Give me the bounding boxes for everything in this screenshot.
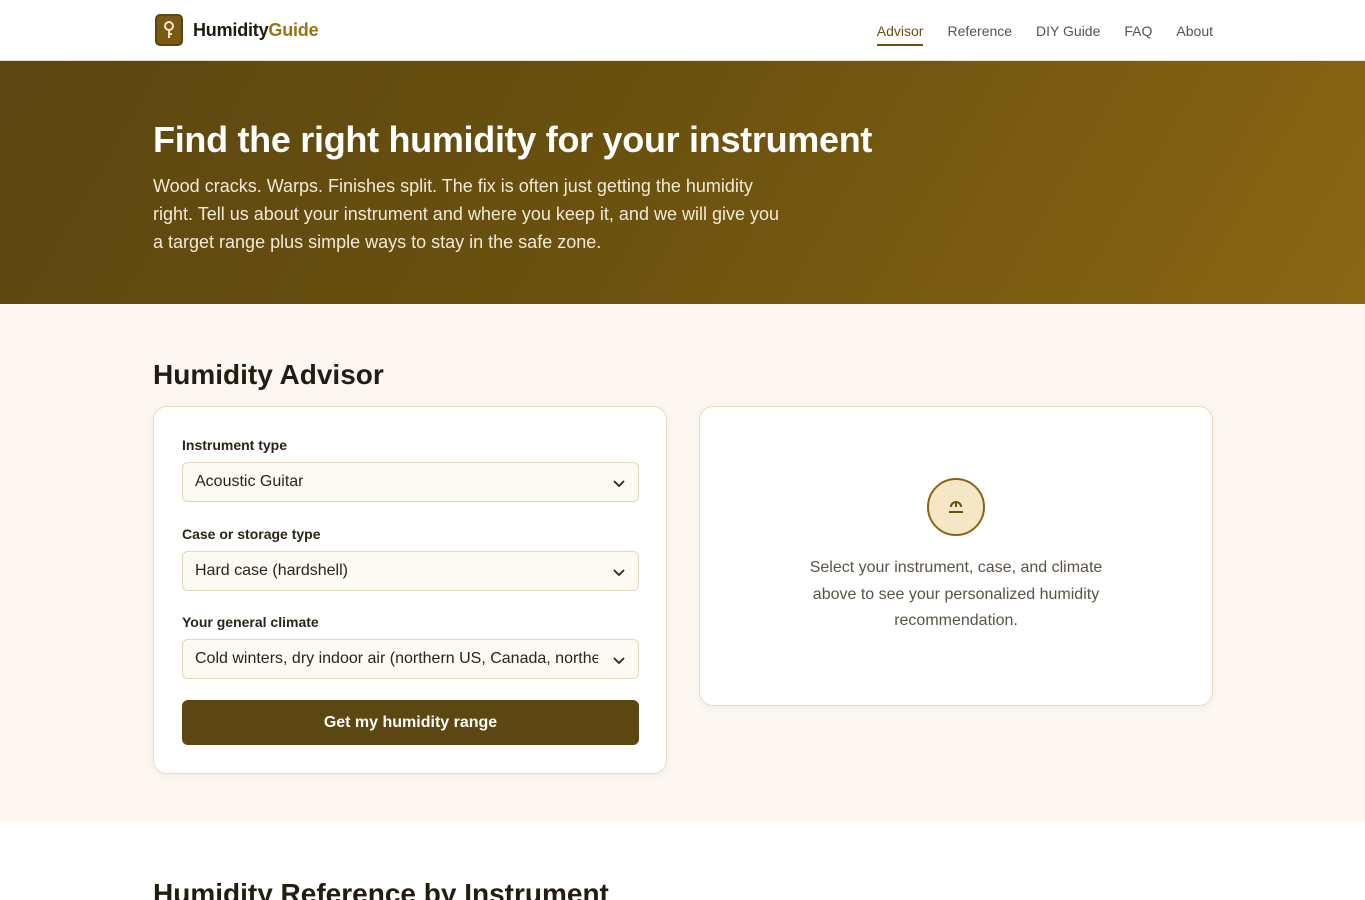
case-type-select[interactable]: Hard case (hardshell) (182, 551, 639, 591)
hero-title: Find the right humidity for your instrum… (153, 119, 873, 160)
nav-link-advisor[interactable]: Advisor (876, 17, 923, 46)
nav-link-diy-guide[interactable]: DIY Guide (1036, 17, 1100, 45)
chevron-down-icon (613, 480, 625, 488)
get-humidity-range-button[interactable]: Get my humidity range (182, 700, 639, 745)
advisor-form-card: Instrument type Acoustic Guitar Case or … (153, 406, 667, 774)
nav-link-about[interactable]: About (1176, 17, 1213, 45)
reference-section: Humidity Reference by Instrument (0, 822, 1365, 900)
case-type-field: Case or storage type Hard case (hardshel… (182, 526, 639, 591)
reference-heading: Humidity Reference by Instrument (153, 878, 609, 900)
brand-name: HumidityGuide (193, 19, 319, 40)
nav-link-faq[interactable]: FAQ (1124, 17, 1152, 45)
brand-logo[interactable]: HumidityGuide (155, 14, 319, 46)
climate-value: Cold winters, dry indoor air (northern U… (195, 650, 598, 667)
case-type-value: Hard case (hardshell) (195, 562, 348, 579)
instrument-type-select[interactable]: Acoustic Guitar (182, 462, 639, 502)
nav-link-reference[interactable]: Reference (947, 17, 1012, 45)
climate-label: Your general climate (182, 614, 319, 630)
brand-name-accent: Guide (268, 19, 319, 40)
hero-banner: Find the right humidity for your instrum… (0, 61, 1365, 304)
gauge-icon (927, 478, 985, 536)
chevron-down-icon (613, 657, 625, 665)
advisor-section: Humidity Advisor Instrument type Acousti… (0, 304, 1365, 822)
climate-select[interactable]: Cold winters, dry indoor air (northern U… (182, 639, 639, 679)
instrument-type-field: Instrument type Acoustic Guitar (182, 437, 639, 502)
result-placeholder-text: Select your instrument, case, and climat… (809, 559, 1103, 629)
hero-subtitle: Wood cracks. Warps. Finishes split. The … (153, 176, 780, 252)
case-type-label: Case or storage type (182, 526, 321, 542)
main-nav: Advisor Reference DIY Guide FAQ About (876, 0, 1213, 61)
result-card: Select your instrument, case, and climat… (699, 406, 1213, 706)
instrument-type-label: Instrument type (182, 437, 288, 453)
instrument-type-value: Acoustic Guitar (195, 473, 304, 490)
thermometer-key-icon (155, 14, 183, 46)
top-navbar: HumidityGuide Advisor Reference DIY Guid… (0, 0, 1365, 61)
climate-field: Your general climate Cold winters, dry i… (182, 614, 639, 679)
chevron-down-icon (613, 569, 625, 577)
advisor-heading: Humidity Advisor (153, 359, 384, 390)
